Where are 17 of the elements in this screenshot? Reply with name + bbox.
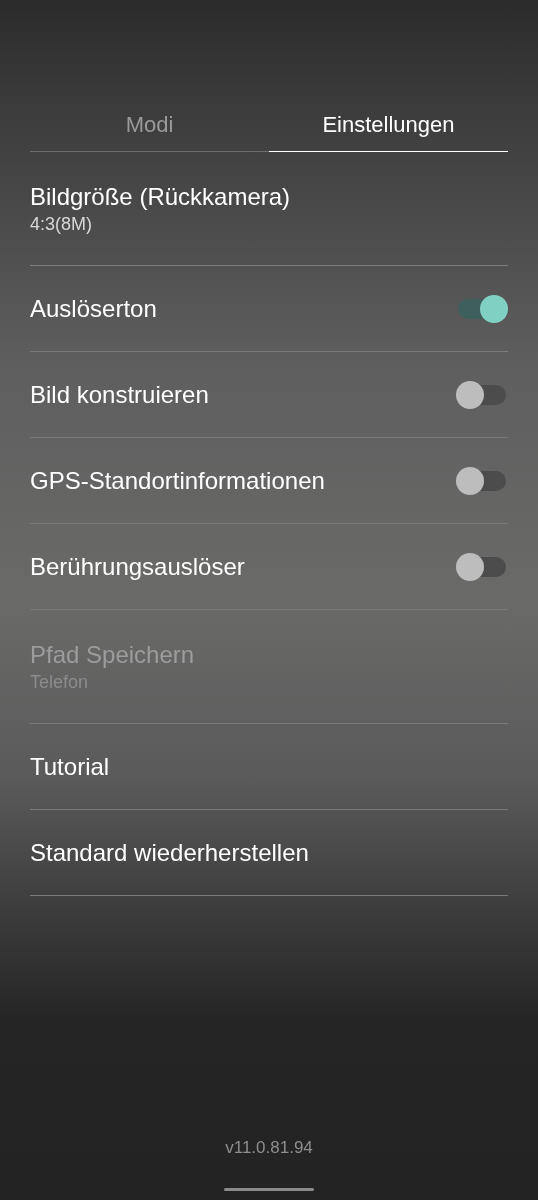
setting-title: Bildgröße (Rückkamera) [30,181,292,212]
version-label: v11.0.81.94 [225,1136,313,1159]
tab[interactable]: Einstellungen [269,108,508,152]
setting-row[interactable]: Bildgröße (Rückkamera) 4:3(8M) [30,152,508,266]
toggle-switch[interactable] [456,380,508,409]
setting-title: Bild konstruieren [30,379,209,410]
setting-title: GPS-Standortinformationen [30,465,325,496]
setting-title: Berührungsauslöser [30,551,245,582]
toggle-switch[interactable] [456,466,508,495]
toggle-switch[interactable] [456,552,508,581]
setting-title: Pfad Speichern [30,639,196,670]
setting-value: 4:3(8M) [30,212,93,236]
toggle-switch[interactable] [456,294,508,323]
setting-row[interactable]: Tutorial [30,724,508,810]
setting-row[interactable]: Standard wiederherstellen [30,810,508,896]
tab[interactable]: Modi [30,108,269,152]
setting-title: Auslöserton [30,293,157,324]
